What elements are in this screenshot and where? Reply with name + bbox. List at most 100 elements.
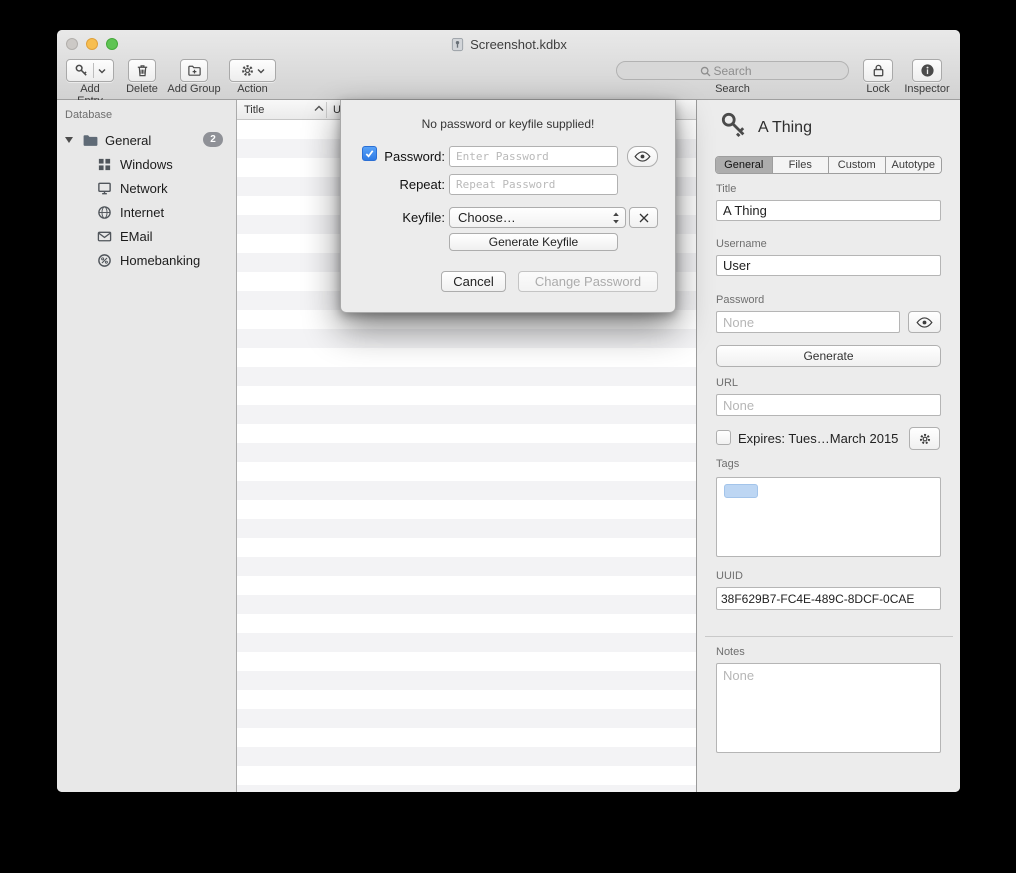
username-field-label: Username xyxy=(716,238,767,250)
entry-title-heading: A Thing xyxy=(758,119,812,137)
change-password-button[interactable]: Change Password xyxy=(518,271,658,292)
entry-key-icon xyxy=(719,110,749,140)
inspector-button[interactable] xyxy=(912,59,942,82)
notes-textarea[interactable] xyxy=(716,663,941,753)
delete-label: Delete xyxy=(117,83,167,95)
reveal-password-button[interactable] xyxy=(908,311,941,333)
sidebar-item-label: EMail xyxy=(120,229,153,244)
expires-settings-button[interactable] xyxy=(909,427,940,450)
clear-keyfile-button[interactable] xyxy=(629,207,658,228)
notes-field-label: Notes xyxy=(716,646,745,658)
info-icon xyxy=(920,63,935,78)
search-field-wrap xyxy=(616,61,849,80)
trash-icon xyxy=(135,63,150,78)
add-entry-button[interactable] xyxy=(66,59,114,82)
desktop-background: Screenshot.kdbx Add Entry Delete Add Gro… xyxy=(0,0,1016,873)
gear-icon xyxy=(918,432,932,446)
up-down-chevrons-icon xyxy=(612,211,620,225)
expires-checkbox[interactable] xyxy=(716,430,731,445)
eye-icon xyxy=(634,151,651,162)
action-label: Action xyxy=(229,83,276,95)
password-input[interactable] xyxy=(716,311,900,333)
sidebar-item-label: General xyxy=(105,133,151,148)
dialog-message: No password or keyfile supplied! xyxy=(341,117,675,131)
generate-keyfile-button[interactable]: Generate Keyfile xyxy=(449,233,618,251)
section-divider xyxy=(705,636,953,637)
lock-icon xyxy=(871,63,886,78)
coin-percent-icon xyxy=(97,253,112,268)
keyfile-popup-value: Choose… xyxy=(458,210,516,225)
window-title: Screenshot.kdbx xyxy=(470,37,567,52)
sidebar-item-label: Network xyxy=(120,181,168,196)
monitor-icon xyxy=(97,181,112,196)
username-input[interactable] xyxy=(716,255,941,276)
url-field-label: URL xyxy=(716,377,738,389)
inspector-tabs: General Files Custom Autotype xyxy=(715,156,942,174)
password-field-label: Password xyxy=(716,294,764,306)
tab-general[interactable]: General xyxy=(716,157,773,173)
tag-chip[interactable] xyxy=(724,484,758,498)
folder-plus-icon xyxy=(187,63,202,78)
eye-icon xyxy=(916,317,933,328)
tags-box[interactable] xyxy=(716,477,941,557)
sidebar-item-label: Windows xyxy=(120,157,173,172)
delete-button[interactable] xyxy=(128,59,156,82)
tags-field-label: Tags xyxy=(716,458,739,470)
document-icon xyxy=(450,37,465,52)
sidebar-item-general[interactable]: General 2 xyxy=(57,128,237,152)
uuid-field-label: UUID xyxy=(716,570,743,582)
uuid-input[interactable] xyxy=(716,587,941,610)
sidebar-item-label: Internet xyxy=(120,205,164,220)
generate-password-button[interactable]: Generate xyxy=(716,345,941,367)
tab-custom[interactable]: Custom xyxy=(829,157,886,173)
cancel-button[interactable]: Cancel xyxy=(441,271,506,292)
repeat-password-input[interactable] xyxy=(449,174,618,195)
password-label: Password: xyxy=(361,149,445,164)
lock-button[interactable] xyxy=(863,59,893,82)
column-header-title[interactable]: Title xyxy=(244,104,264,116)
sort-ascending-icon xyxy=(314,105,324,112)
sidebar-item-windows[interactable]: Windows xyxy=(57,152,237,176)
sidebar-item-email[interactable]: EMail xyxy=(57,224,237,248)
globe-icon xyxy=(97,205,112,220)
add-group-button[interactable] xyxy=(180,59,208,82)
search-label: Search xyxy=(616,83,849,95)
enter-password-input[interactable] xyxy=(449,146,618,167)
column-divider[interactable] xyxy=(326,102,327,118)
sidebar-section-header: Database xyxy=(65,109,112,121)
window-chrome: Screenshot.kdbx Add Entry Delete Add Gro… xyxy=(57,30,960,100)
disclosure-triangle-icon[interactable] xyxy=(65,137,73,143)
sidebar-item-homebanking[interactable]: Homebanking xyxy=(57,248,237,272)
sidebar-item-internet[interactable]: Internet xyxy=(57,200,237,224)
button-divider xyxy=(93,63,94,78)
sidebar-item-network[interactable]: Network xyxy=(57,176,237,200)
keyfile-popup-button[interactable]: Choose… xyxy=(449,207,626,228)
windows-grid-icon xyxy=(97,157,112,172)
tab-files[interactable]: Files xyxy=(773,157,830,173)
title-input[interactable] xyxy=(716,200,941,221)
url-input[interactable] xyxy=(716,394,941,416)
chevron-down-icon xyxy=(257,67,265,75)
expires-label: Expires: Tues…March 2015 xyxy=(738,431,898,446)
show-password-button[interactable] xyxy=(627,146,658,167)
add-group-label: Add Group xyxy=(163,83,225,95)
folder-icon xyxy=(82,133,99,148)
search-input[interactable] xyxy=(617,62,848,79)
inspector-label: Inspector xyxy=(897,83,957,95)
sidebar: Database General 2 Windows Network Inter… xyxy=(57,100,237,792)
gear-icon xyxy=(240,63,255,78)
inspector-panel: A Thing General Files Custom Autotype Ti… xyxy=(696,100,960,792)
keyfile-label: Keyfile: xyxy=(361,210,445,225)
repeat-label: Repeat: xyxy=(361,177,445,192)
chevron-down-icon xyxy=(98,67,106,75)
envelope-icon xyxy=(97,229,112,244)
close-x-icon xyxy=(638,212,650,224)
app-window: Screenshot.kdbx Add Entry Delete Add Gro… xyxy=(57,30,960,792)
sidebar-item-label: Homebanking xyxy=(120,253,200,268)
change-password-dialog: No password or keyfile supplied! Passwor… xyxy=(340,100,676,313)
entry-count-badge: 2 xyxy=(203,132,223,147)
title-field-label: Title xyxy=(716,183,736,195)
titlebar: Screenshot.kdbx xyxy=(57,35,960,53)
tab-autotype[interactable]: Autotype xyxy=(886,157,942,173)
action-button[interactable] xyxy=(229,59,276,82)
